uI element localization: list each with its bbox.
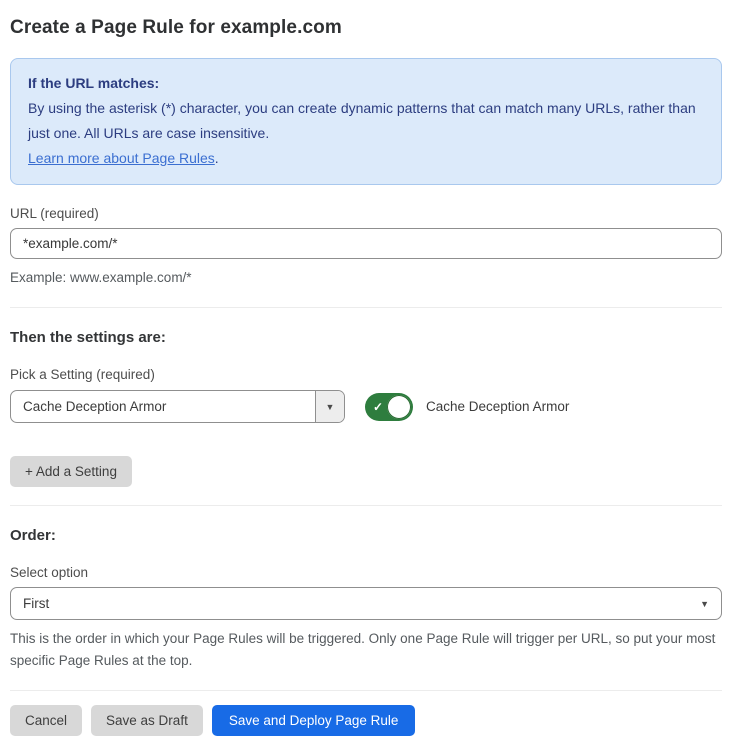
- footer-actions: Cancel Save as Draft Save and Deploy Pag…: [10, 705, 722, 736]
- save-and-deploy-button[interactable]: Save and Deploy Page Rule: [212, 705, 416, 736]
- learn-more-link[interactable]: Learn more about Page Rules: [28, 150, 215, 166]
- save-as-draft-button[interactable]: Save as Draft: [91, 705, 203, 736]
- caret-down-icon: ▼: [326, 402, 335, 412]
- order-section-heading: Order:: [10, 527, 722, 544]
- caret-down-icon: ▼: [700, 599, 709, 609]
- setting-picker-dropdown[interactable]: Cache Deception Armor ▼: [10, 390, 345, 423]
- check-icon: ✓: [373, 401, 383, 413]
- info-box-body-text: By using the asterisk (*) character, you…: [28, 100, 696, 141]
- settings-section-heading: Then the settings are:: [10, 329, 722, 346]
- cache-deception-armor-toggle[interactable]: ✓: [365, 393, 413, 421]
- info-box-heading: If the URL matches:: [28, 71, 704, 96]
- setting-row: Cache Deception Armor ▼ ✓ Cache Deceptio…: [10, 390, 722, 423]
- setting-picker-value: Cache Deception Armor: [11, 391, 315, 422]
- order-select[interactable]: First ▼: [10, 587, 722, 620]
- order-select-label: Select option: [10, 565, 722, 580]
- add-setting-button[interactable]: + Add a Setting: [10, 456, 132, 487]
- create-page-rule-panel: Create a Page Rule for example.com If th…: [0, 0, 734, 736]
- info-box-body: By using the asterisk (*) character, you…: [28, 96, 704, 171]
- page-title: Create a Page Rule for example.com: [10, 17, 722, 39]
- divider: [10, 307, 722, 308]
- toggle-knob: [387, 395, 411, 419]
- toggle-label: Cache Deception Armor: [426, 399, 569, 414]
- setting-picker-caret-button[interactable]: ▼: [315, 391, 344, 422]
- order-helper-text: This is the order in which your Page Rul…: [10, 628, 722, 672]
- link-suffix: .: [215, 150, 219, 166]
- url-input[interactable]: [10, 228, 722, 259]
- divider: [10, 690, 722, 691]
- pick-setting-label: Pick a Setting (required): [10, 367, 722, 382]
- setting-toggle-group: ✓ Cache Deception Armor: [365, 393, 569, 421]
- divider: [10, 505, 722, 506]
- url-match-info-box: If the URL matches: By using the asteris…: [10, 58, 722, 185]
- url-field-label: URL (required): [10, 206, 722, 221]
- url-example-helper: Example: www.example.com/*: [10, 267, 722, 289]
- order-select-value: First: [23, 596, 49, 611]
- cancel-button[interactable]: Cancel: [10, 705, 82, 736]
